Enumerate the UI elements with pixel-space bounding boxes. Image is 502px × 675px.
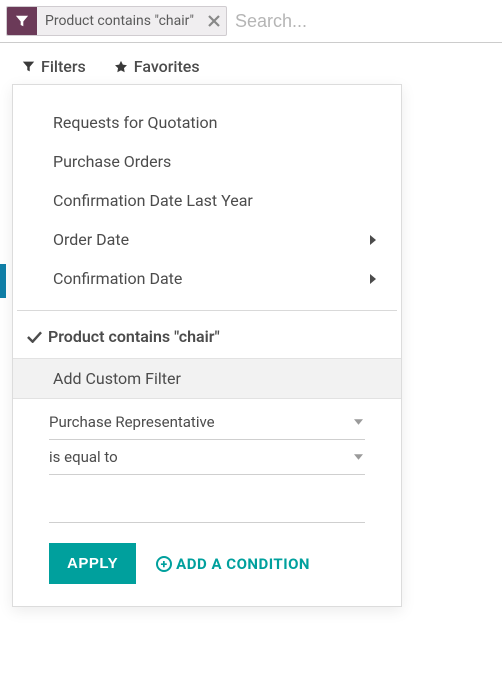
filter-option-label: Confirmation Date Last Year <box>53 191 253 210</box>
accent-stripe <box>0 264 6 298</box>
chevron-down-icon <box>354 419 363 425</box>
filter-option-confirmation-date[interactable]: Confirmation Date <box>13 259 401 298</box>
search-facet: Product contains "chair" <box>6 6 227 36</box>
field-select[interactable]: Purchase Representative <box>49 405 365 440</box>
add-condition-button[interactable]: + ADD A CONDITION <box>156 555 310 573</box>
filter-options-list: Requests for Quotation Purchase Orders C… <box>13 99 401 302</box>
chevron-right-icon <box>369 235 377 245</box>
search-bar: Product contains "chair" <box>0 0 502 43</box>
check-icon <box>27 331 42 343</box>
remove-facet-button[interactable] <box>202 7 226 35</box>
chevron-right-icon <box>369 274 377 284</box>
filter-option-label: Requests for Quotation <box>53 113 218 132</box>
filter-option-label: Purchase Orders <box>53 152 171 171</box>
search-options-bar: Filters Favorites <box>0 43 502 84</box>
custom-filter-form: Purchase Representative is equal to <box>13 399 401 523</box>
add-condition-label: ADD A CONDITION <box>176 555 310 573</box>
custom-filter-actions: APPLY + ADD A CONDITION <box>13 523 401 584</box>
filter-option-rfq[interactable]: Requests for Quotation <box>13 103 401 142</box>
divider <box>17 310 397 311</box>
filter-option-label: Confirmation Date <box>53 269 182 288</box>
filter-option-order-date[interactable]: Order Date <box>13 220 401 259</box>
filter-option-po[interactable]: Purchase Orders <box>13 142 401 181</box>
plus-circle-icon: + <box>156 556 172 572</box>
chevron-down-icon <box>354 454 363 460</box>
tab-filters-label: Filters <box>41 57 86 76</box>
field-select-value: Purchase Representative <box>49 413 215 431</box>
search-facet-label: Product contains "chair" <box>37 7 202 35</box>
search-input[interactable] <box>233 7 496 36</box>
filter-option-confirmation-last-year[interactable]: Confirmation Date Last Year <box>13 181 401 220</box>
star-icon <box>114 60 128 74</box>
active-filter-label: Product contains "chair" <box>48 327 220 346</box>
filter-option-label: Order Date <box>53 230 129 249</box>
filter-icon <box>22 60 35 73</box>
filter-icon <box>7 7 37 35</box>
operator-select-value: is equal to <box>49 448 118 466</box>
tab-favorites-label: Favorites <box>134 57 200 76</box>
filters-dropdown-panel: Requests for Quotation Purchase Orders C… <box>12 84 402 607</box>
value-input[interactable] <box>49 485 365 523</box>
tab-favorites[interactable]: Favorites <box>114 57 200 76</box>
add-custom-filter-heading[interactable]: Add Custom Filter <box>13 358 401 399</box>
active-filter-group[interactable]: Product contains "chair" <box>13 315 401 358</box>
apply-button[interactable]: APPLY <box>49 543 136 584</box>
operator-select[interactable]: is equal to <box>49 440 365 475</box>
tab-filters[interactable]: Filters <box>22 57 86 76</box>
